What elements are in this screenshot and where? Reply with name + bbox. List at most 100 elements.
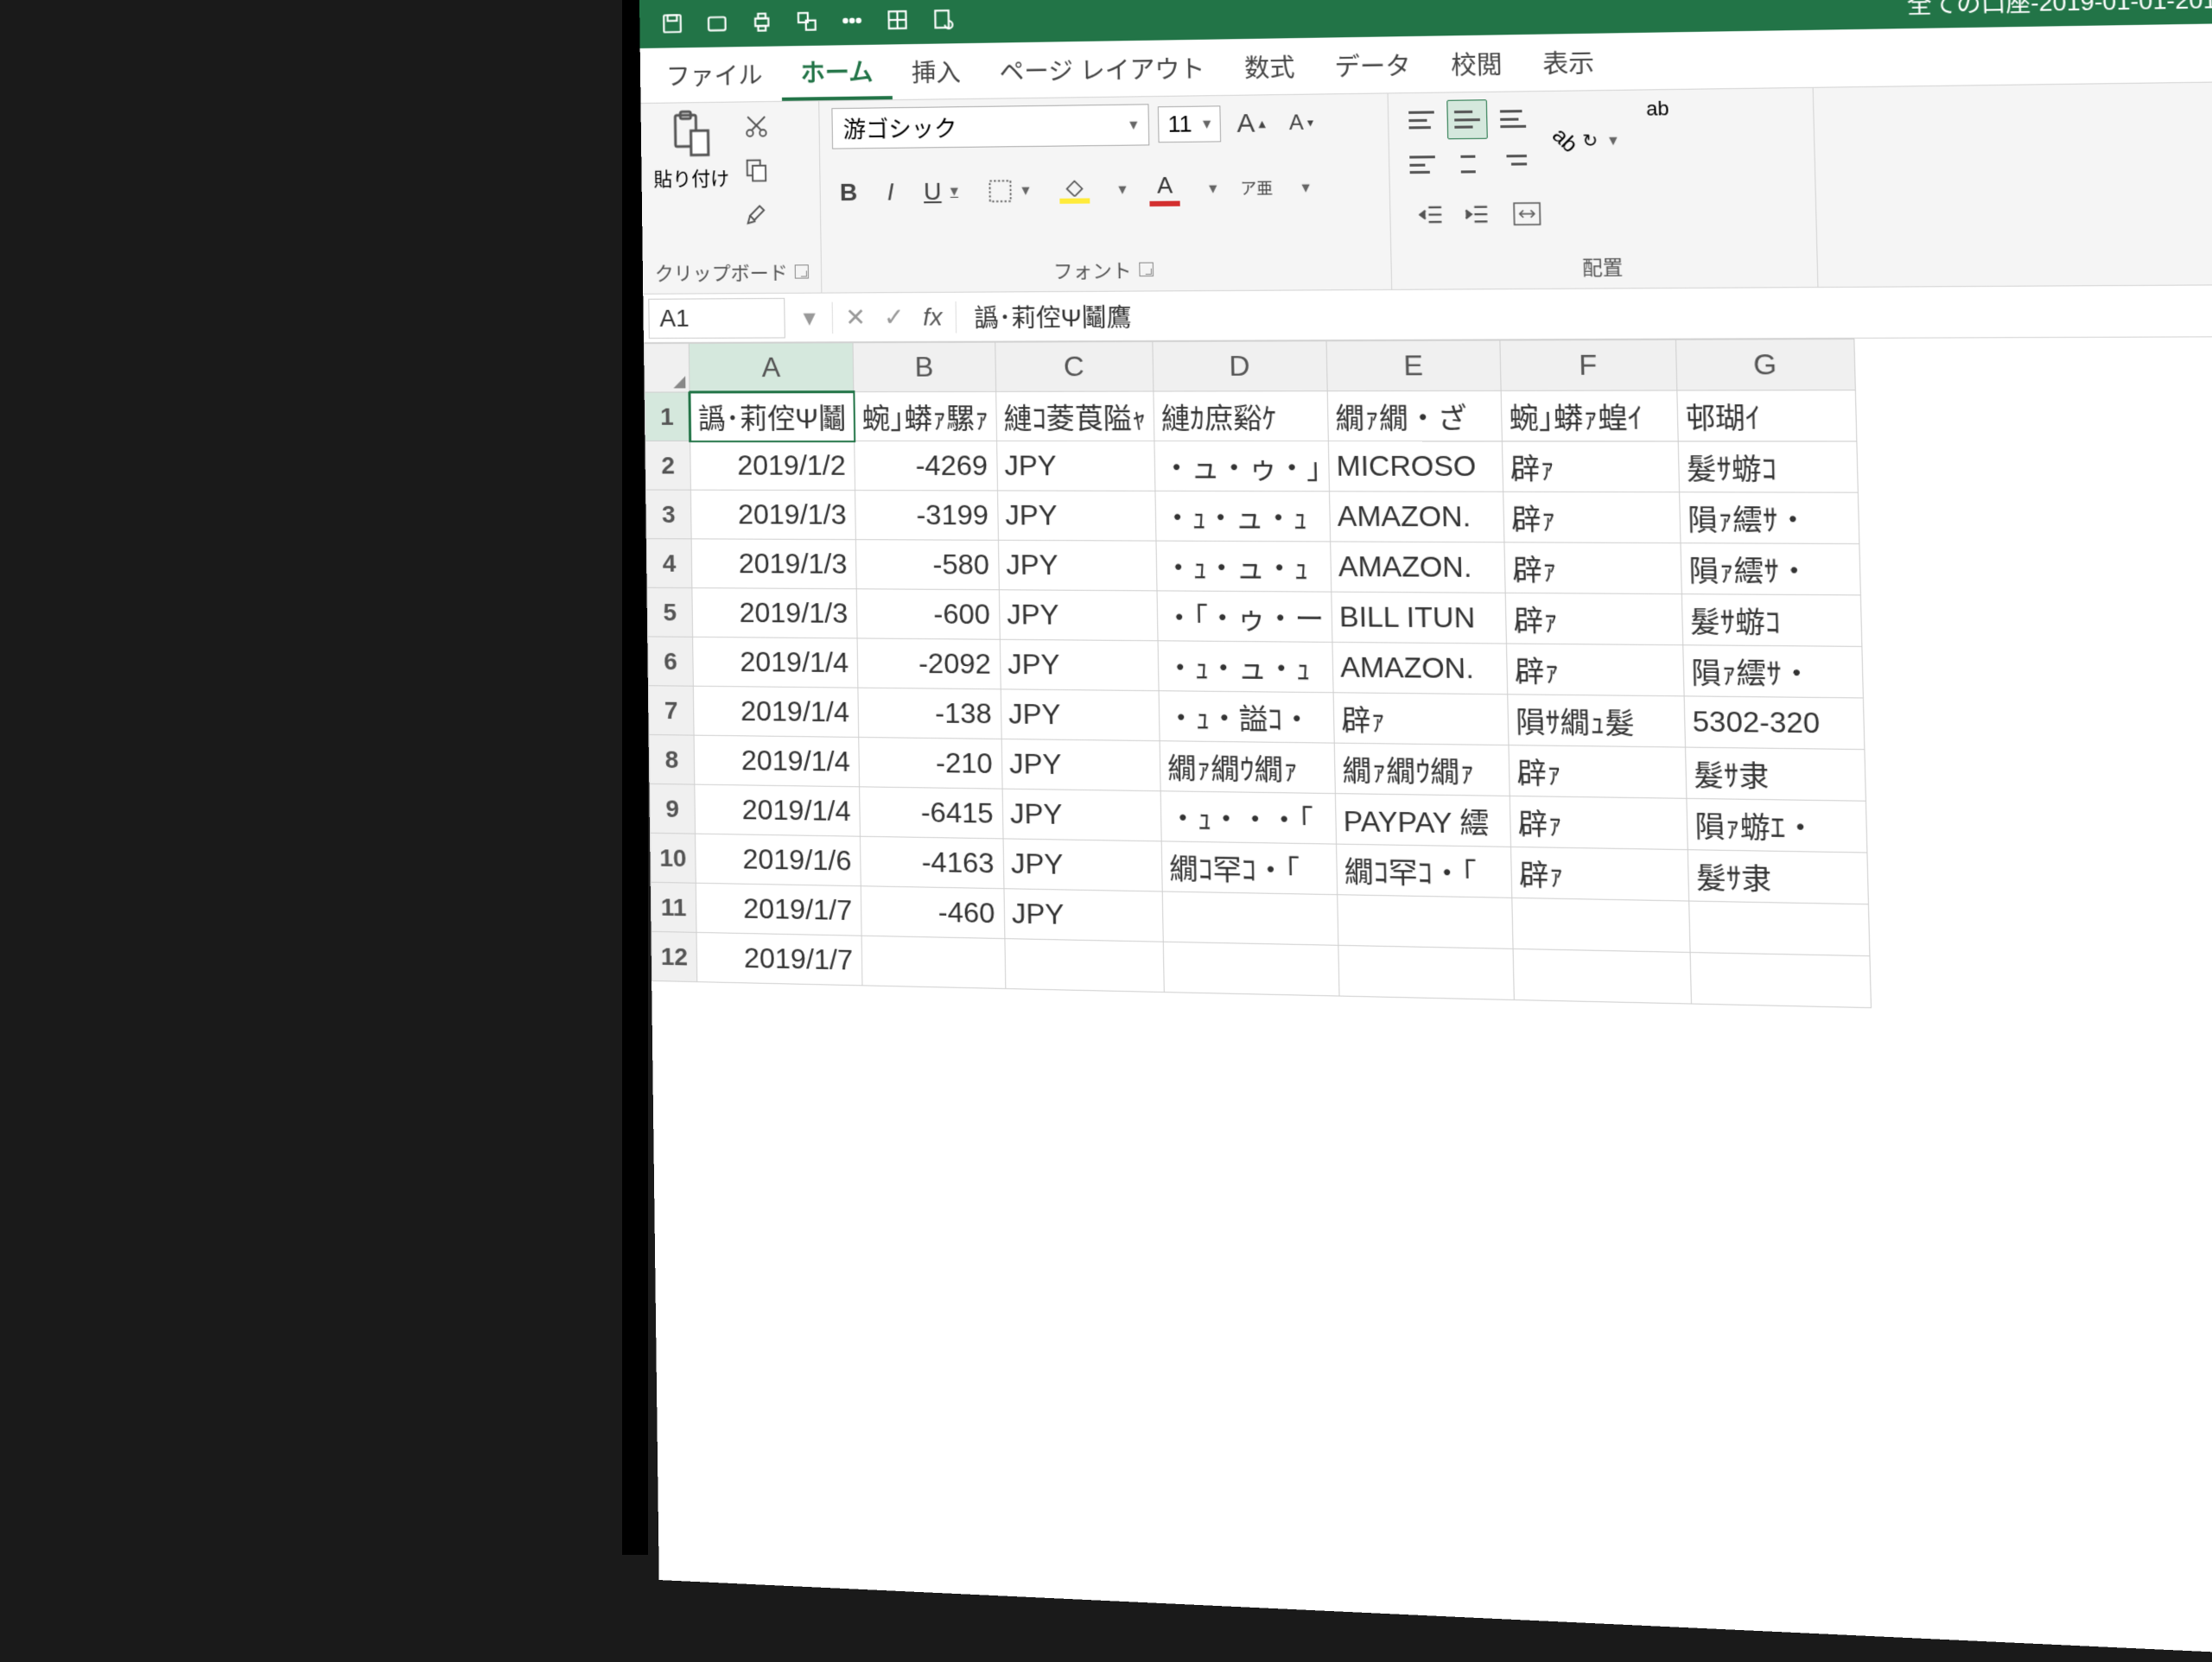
cell[interactable]: 髮ｻ蝣ｺ bbox=[1678, 441, 1858, 492]
cell[interactable]: 繝ｺ罕ｺ・｢ bbox=[1161, 841, 1338, 895]
decrease-indent-button[interactable] bbox=[1412, 197, 1449, 233]
row-header[interactable]: 6 bbox=[648, 637, 694, 686]
cell[interactable] bbox=[1337, 895, 1512, 949]
phonetic-guide-button[interactable]: ア亜 bbox=[1233, 176, 1281, 200]
cell[interactable]: 髮ｻ蝣ｺ bbox=[1681, 594, 1862, 647]
row-header[interactable]: 8 bbox=[649, 735, 695, 785]
preview-icon[interactable] bbox=[793, 7, 822, 35]
cell[interactable]: 2019/1/4 bbox=[694, 735, 860, 787]
cell[interactable] bbox=[1163, 942, 1339, 996]
cell[interactable]: ・ｭ・ュ・ｭ bbox=[1156, 541, 1332, 592]
cell[interactable]: -580 bbox=[856, 540, 1000, 590]
chevron-down-icon[interactable]: ▾ bbox=[1301, 178, 1310, 197]
cell[interactable]: 隕ｧ繧ｻ・ bbox=[1683, 645, 1864, 698]
cell[interactable]: 繝ｧ繝ｳ繝ｧ bbox=[1160, 741, 1335, 794]
cell[interactable]: 辟ｧ bbox=[1506, 644, 1684, 696]
select-all-corner[interactable] bbox=[644, 343, 690, 392]
copy-button[interactable] bbox=[740, 152, 775, 187]
cell[interactable] bbox=[1162, 891, 1338, 945]
row-header[interactable]: 10 bbox=[650, 833, 696, 883]
cell[interactable]: AMAZON. bbox=[1330, 542, 1505, 593]
cell[interactable]: 髮ｻ隶 bbox=[1688, 850, 1868, 904]
cell[interactable]: 5302-320 bbox=[1684, 696, 1865, 750]
align-right-button[interactable] bbox=[1493, 143, 1535, 183]
borders-button[interactable]: ▾ bbox=[981, 174, 1037, 206]
cell[interactable]: 辟ｧ bbox=[1505, 593, 1683, 644]
save-icon[interactable] bbox=[658, 10, 686, 38]
clipboard-dialog-launcher[interactable] bbox=[795, 264, 809, 278]
tab-view[interactable]: 表示 bbox=[1522, 33, 1615, 91]
open-icon[interactable] bbox=[703, 9, 731, 37]
align-bottom-button[interactable] bbox=[1492, 98, 1534, 138]
cell[interactable]: 辟ｧ bbox=[1510, 796, 1688, 849]
cell[interactable] bbox=[1690, 953, 1871, 1008]
quick-print-icon[interactable] bbox=[747, 8, 775, 36]
row-header[interactable]: 9 bbox=[650, 783, 696, 834]
wrap-text-button[interactable]: ab bbox=[1646, 97, 1669, 120]
cell[interactable]: JPY bbox=[999, 590, 1158, 641]
decrease-font-size-button[interactable]: A▾ bbox=[1281, 106, 1321, 139]
refresh-icon[interactable] bbox=[929, 5, 957, 34]
cell[interactable]: 2019/1/4 bbox=[693, 686, 859, 737]
cell[interactable]: AMAZON. bbox=[1332, 642, 1508, 694]
borders-icon[interactable] bbox=[883, 6, 912, 35]
cell[interactable]: PAYPAY 繧 bbox=[1335, 794, 1510, 847]
underline-button[interactable]: U▾ bbox=[917, 174, 966, 209]
chevron-down-icon[interactable]: ▾ bbox=[1209, 180, 1217, 199]
align-left-button[interactable] bbox=[1402, 145, 1443, 185]
cell[interactable]: ・ｭ・ュ・ｭ bbox=[1158, 641, 1333, 693]
cell[interactable] bbox=[1005, 939, 1164, 993]
formula-content[interactable]: 譌･莉倥Ψ鬮鷹 bbox=[960, 298, 1132, 334]
italic-button[interactable]: I bbox=[880, 174, 901, 210]
cell[interactable]: 2019/1/3 bbox=[692, 588, 857, 638]
row-header[interactable]: 2 bbox=[645, 441, 691, 491]
font-color-button[interactable]: A bbox=[1142, 168, 1188, 211]
row-header[interactable]: 12 bbox=[652, 931, 697, 981]
cell[interactable]: 隕ｧ繧ｻ・ bbox=[1679, 492, 1859, 544]
cell[interactable]: 縺ｶ庶谿ｹ bbox=[1154, 391, 1328, 441]
cut-button[interactable] bbox=[739, 109, 774, 144]
tab-home[interactable]: ホーム bbox=[781, 44, 893, 100]
cell[interactable]: JPY bbox=[1003, 839, 1162, 891]
cell[interactable]: 隕ｻ繝ｭ髮 bbox=[1507, 695, 1685, 747]
cell[interactable]: -600 bbox=[856, 589, 1000, 640]
cell[interactable] bbox=[1512, 898, 1690, 952]
tab-data[interactable]: データ bbox=[1314, 36, 1432, 94]
row-header[interactable]: 1 bbox=[645, 392, 690, 441]
cell[interactable]: 2019/1/7 bbox=[696, 932, 862, 985]
tab-insert[interactable]: 挿入 bbox=[892, 43, 981, 99]
touch-mode-icon[interactable] bbox=[838, 6, 867, 35]
column-header-F[interactable]: F bbox=[1500, 339, 1677, 390]
cell[interactable] bbox=[1513, 948, 1691, 1004]
cell[interactable]: 縺ｺ菱莨隘ｬ bbox=[995, 391, 1154, 441]
cell[interactable]: 繝ｧ繝・ざ bbox=[1327, 390, 1502, 441]
cell[interactable] bbox=[1338, 945, 1514, 999]
spreadsheet-grid[interactable]: A B C D E F G 1譌･莉倥Ψ鬮蜿｣蟒ｧ騾ｧ縺ｺ菱莨隘ｬ縺ｶ庶谿ｹ繝ｧ… bbox=[644, 337, 2212, 1020]
row-header[interactable]: 11 bbox=[651, 882, 696, 932]
font-family-select[interactable]: 游ゴシック ▾ bbox=[831, 104, 1149, 149]
cell[interactable]: JPY bbox=[1001, 689, 1160, 741]
cell[interactable]: 2019/1/6 bbox=[696, 834, 861, 886]
cell[interactable]: 隕ｧ繧ｻ・ bbox=[1681, 543, 1860, 595]
align-middle-button[interactable] bbox=[1446, 99, 1488, 139]
fill-color-button[interactable] bbox=[1052, 173, 1097, 206]
cell[interactable]: 邨瑚ｲ bbox=[1677, 390, 1857, 441]
cell[interactable]: 2019/1/4 bbox=[693, 637, 859, 688]
cell[interactable]: 繝ｧ繝ｳ繝ｧ bbox=[1334, 743, 1510, 796]
merge-cells-button[interactable] bbox=[1513, 202, 1541, 225]
cell[interactable]: 辟ｧ bbox=[1504, 542, 1681, 594]
tab-review[interactable]: 校閲 bbox=[1430, 35, 1522, 92]
cell[interactable]: BILL ITUN bbox=[1332, 592, 1507, 644]
cell[interactable]: JPY bbox=[998, 540, 1157, 591]
cell[interactable]: AMAZON. bbox=[1329, 492, 1503, 542]
format-painter-button[interactable] bbox=[740, 196, 775, 232]
cell[interactable]: 蜿｣蟒ｧ騾ｧ bbox=[854, 391, 996, 441]
cell[interactable]: 辟ｧ bbox=[1503, 492, 1680, 542]
cell[interactable]: 辟ｧ bbox=[1502, 441, 1679, 492]
align-center-button[interactable] bbox=[1447, 144, 1489, 184]
cell[interactable]: JPY bbox=[996, 441, 1154, 492]
cell[interactable]: ・ｭ・ュ・ｭ bbox=[1155, 491, 1331, 542]
column-header-D[interactable]: D bbox=[1153, 341, 1327, 391]
cell[interactable]: -4269 bbox=[855, 441, 997, 491]
column-header-B[interactable]: B bbox=[853, 342, 995, 391]
